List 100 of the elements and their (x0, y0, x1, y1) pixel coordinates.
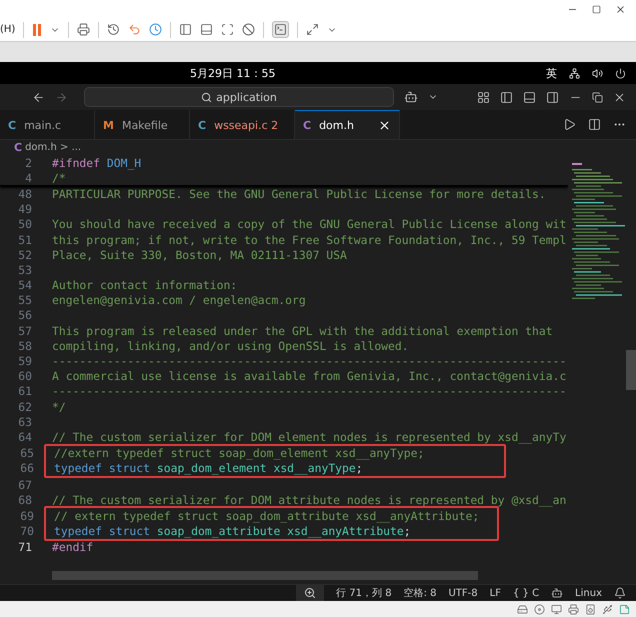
line-number: 53 (17, 262, 32, 277)
search-field[interactable]: application (84, 87, 394, 107)
menu-item[interactable]: (H) (0, 24, 16, 35)
line-number: 67 (17, 478, 32, 492)
scrollbar-thumb[interactable] (626, 350, 636, 390)
line-number: 59 (17, 354, 32, 368)
line-number: 66 (19, 461, 34, 476)
restore-icon[interactable] (592, 92, 603, 102)
monitor-icon[interactable] (551, 604, 562, 614)
code-line: Place, Suite 330, Boston, MA 02111-1307 USA (52, 248, 347, 262)
line-number: 56 (17, 308, 32, 322)
line-number: 60 (17, 369, 32, 384)
forward-icon[interactable] (55, 90, 68, 104)
code-line: #ifndef DOM_H (52, 156, 142, 170)
line-number: 58 (17, 338, 32, 353)
code-line: compiling, linking, and/or using OpenSSL is allowed. (52, 338, 409, 353)
printer-icon[interactable] (77, 23, 90, 36)
line-number: 61 (17, 384, 32, 398)
code-line: You should have received a copy of the GNU General Public License along wit (52, 217, 566, 232)
line-number: 64 (17, 430, 32, 444)
speaker-icon[interactable] (585, 604, 596, 614)
panel-right-icon[interactable] (546, 90, 559, 104)
code-line: // extern typedef struct soap_dom_attribute xsd__anyAttribute; (54, 508, 480, 523)
robot-icon[interactable] (404, 90, 418, 104)
blocked-icon[interactable] (242, 23, 256, 36)
line-number: 62 (17, 400, 32, 414)
line-number: 68 (17, 492, 32, 507)
line-number: 49 (17, 202, 32, 216)
terminal-icon[interactable] (272, 21, 290, 38)
network-icon[interactable] (569, 68, 580, 78)
search-icon (201, 92, 212, 102)
line-number: 71 (17, 540, 32, 554)
undo-icon[interactable] (128, 23, 142, 36)
printer-icon[interactable] (568, 604, 579, 614)
line-number: 69 (19, 508, 34, 523)
file-type-icon: C (303, 118, 312, 132)
code-line: PARTICULAR PURPOSE. See the GNU General Public License for more details. (52, 186, 546, 201)
fullscreen-icon[interactable] (221, 23, 234, 36)
code-line: /* (52, 170, 66, 185)
code-line: */ (52, 400, 66, 414)
encoding[interactable]: UTF-8 (448, 588, 478, 598)
note-icon[interactable] (619, 604, 630, 614)
code-line: --------------------------------------------------------------------------- (52, 384, 566, 398)
panel-bottom-icon[interactable] (200, 23, 214, 36)
line-number: 4 (24, 170, 32, 185)
line-number: 52 (17, 248, 32, 262)
code-line: // The custom serializer for DOM element nodes is represented by xsd__anyTy (52, 430, 566, 444)
panel-left-icon[interactable] (179, 23, 192, 36)
line-number: 57 (17, 324, 32, 338)
line-number: 63 (17, 414, 32, 429)
code-line: //extern typedef struct soap_dom_element xsd__anyType; (54, 446, 424, 460)
code-line: this program; if not, write to the Free Software Foundation, Inc., 59 Templ (52, 232, 566, 247)
resize-icon[interactable] (306, 23, 320, 36)
maximize-icon[interactable] (592, 4, 601, 14)
layout-icon[interactable] (477, 90, 490, 104)
pause-icon[interactable] (32, 24, 42, 36)
line-number: 70 (19, 524, 34, 538)
volume-icon[interactable] (592, 68, 603, 78)
line-number: 65 (19, 446, 34, 460)
file-type-icon: C (198, 118, 206, 132)
split-icon[interactable] (588, 118, 601, 131)
breadcrumb[interactable]: C dom.h > ... (0, 140, 636, 155)
code-line: --------------------------------------------------------------------------- (52, 354, 566, 368)
editor-tab[interactable]: C dom.h (295, 110, 400, 139)
code-line: A commercial use license is available from Genivia, Inc., contact@genivia.c (52, 369, 566, 384)
language-mode[interactable]: { } C (512, 588, 540, 598)
horizontal-scrollbar[interactable] (52, 571, 478, 580)
indent-setting[interactable]: 空格: 8 (404, 586, 436, 600)
line-number: 54 (17, 278, 32, 292)
run-icon[interactable] (563, 118, 576, 131)
line-number: 50 (17, 217, 32, 232)
disc-icon[interactable] (534, 604, 545, 614)
line-number: 51 (17, 232, 32, 247)
platform[interactable]: Linux (575, 588, 602, 598)
usb-icon[interactable] (602, 604, 613, 614)
code-line: #endif (52, 540, 94, 554)
robot-icon[interactable] (551, 587, 564, 599)
back-icon[interactable] (32, 90, 45, 104)
code-line: typedef struct soap_dom_attribute xsd__anyAttribute; (54, 524, 411, 538)
clock-icon[interactable] (149, 23, 162, 36)
file-type-icon: C (8, 118, 16, 132)
line-number: 2 (24, 156, 32, 170)
close-icon[interactable] (615, 4, 626, 14)
close-icon[interactable] (378, 118, 391, 132)
code-line: // The custom serializer for DOM attribute nodes is represented by @xsd__an (52, 492, 566, 507)
line-number: 55 (17, 293, 32, 308)
line-ending[interactable]: LF (490, 588, 501, 598)
code-line: typedef struct soap_dom_element xsd__anyType; (54, 461, 363, 476)
zoom-icon[interactable] (296, 585, 324, 601)
clock-icon[interactable] (107, 23, 120, 36)
line-number: 48 (17, 186, 32, 201)
clock-text[interactable]: 5月29日 11：55 (190, 66, 546, 80)
code-line: This program is released under the GPL with the additional exemption that (52, 324, 553, 338)
file-type-icon: M (103, 118, 114, 132)
power-icon[interactable] (615, 68, 626, 78)
code-line: engelen@genivia.com / engelen@acm.org (52, 293, 306, 308)
input-method[interactable]: 英 (546, 66, 557, 80)
bell-icon[interactable] (614, 587, 626, 599)
code-line: Author contact information: (52, 278, 238, 292)
cursor-position[interactable]: 行 71，列 8 (336, 586, 392, 600)
